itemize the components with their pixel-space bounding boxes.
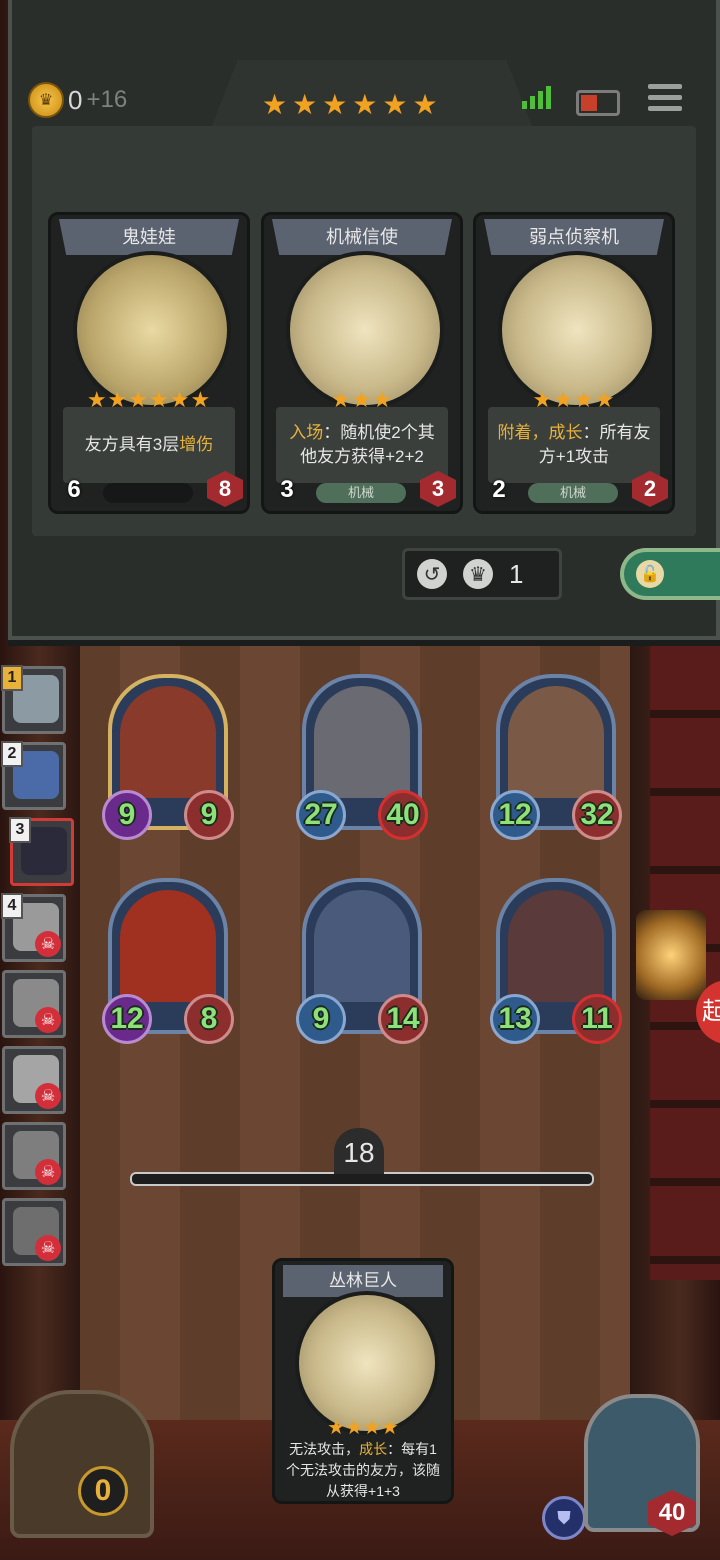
board-minion-6[interactable]: 13 11 [490, 878, 622, 1044]
minion-attack: 13 [490, 994, 540, 1044]
gold-display: ♛ 0 +16 [28, 82, 127, 118]
card-attack: 6 [57, 473, 91, 507]
sell-chest[interactable] [10, 1390, 154, 1538]
refresh-button[interactable]: ↺ ♛ 1 [402, 548, 562, 600]
opponent-4[interactable]: 4 ☠ [1, 893, 66, 962]
shop-card-3[interactable]: 弱点侦察机 ★★★★ 附着，成长：所有友方+1攻击 机械 2 2 [473, 212, 675, 514]
minion-art [314, 686, 410, 798]
card-portrait [73, 251, 231, 409]
minion-health: 9 [184, 790, 234, 840]
skull-icon: ☠ [35, 1007, 61, 1033]
card-description: 友方具有3层增伤 [63, 407, 235, 483]
card-name: 弱点侦察机 [484, 219, 664, 255]
tavern-tier-stars: ★★★★★★ [262, 89, 443, 120]
board-minion-2[interactable]: 27 40 [296, 674, 428, 840]
card-description: 附着，成长：所有友方+1攻击 [488, 407, 660, 483]
turn-timer-bar [130, 1172, 594, 1186]
hand-card[interactable]: 丛林巨人 ★★★★ 无法攻击，成长：每有1个无法攻击的友方，该随从获得+1+3 [272, 1258, 454, 1504]
opponent-5[interactable]: ☠ [2, 970, 66, 1038]
minion-health: 14 [378, 994, 428, 1044]
minion-art [508, 890, 604, 1002]
opponent-rank: 1 [1, 665, 23, 691]
card-name: 机械信使 [272, 219, 452, 255]
board-minion-5[interactable]: 9 14 [296, 878, 428, 1044]
board-minion-3[interactable]: 12 32 [490, 674, 622, 840]
shop-card-1[interactable]: 鬼娃娃 ★★★★★★ 友方具有3层增伤 6 8 [48, 212, 250, 514]
skull-icon: ☠ [35, 931, 61, 957]
turn-counter: 18 [334, 1128, 384, 1174]
minion-art [508, 686, 604, 798]
refresh-cost: 1 [509, 558, 524, 589]
minion-attack: 9 [102, 790, 152, 840]
refresh-icon: ↺ [417, 559, 447, 589]
opponents-list: 1 2 3 4 ☠ ☠ ☠ ☠ ☠ [0, 665, 74, 1274]
card-attack: 3 [270, 473, 304, 507]
lock-icon: 🔓 [636, 560, 664, 588]
card-attack: 2 [482, 473, 516, 507]
minion-attack: 9 [296, 994, 346, 1044]
minion-health: 8 [184, 994, 234, 1044]
coin-icon: ♛ [463, 559, 493, 589]
card-tribe-tag: 机械 [316, 483, 406, 503]
card-description: 入场：随机使2个其他友方获得+2+2 [276, 407, 448, 483]
shop-card-2[interactable]: 机械信使 ★★★ 入场：随机使2个其他友方获得+2+2 机械 3 3 [261, 212, 463, 514]
card-tribe-tag [103, 483, 193, 503]
minion-health: 32 [572, 790, 622, 840]
opponent-rank: 4 [1, 893, 23, 919]
minion-attack: 12 [102, 994, 152, 1044]
gold-amount: 0 [68, 84, 83, 115]
opponent-7[interactable]: ☠ [2, 1122, 66, 1190]
card-portrait [286, 251, 444, 409]
freeze-lock-button[interactable]: 🔓 [620, 548, 720, 600]
board-minion-4[interactable]: 12 8 [102, 878, 234, 1044]
minion-art [314, 890, 410, 1002]
crown-coin-icon: ♛ [28, 82, 64, 118]
opponent-3[interactable]: 3 [9, 817, 74, 886]
opponent-6[interactable]: ☠ [2, 1046, 66, 1114]
minion-health: 40 [378, 790, 428, 840]
opponent-8[interactable]: ☠ [2, 1198, 66, 1266]
gold-income: +16 [86, 86, 128, 113]
signal-icon [522, 86, 551, 109]
minion-art [120, 890, 216, 1002]
card-name: 鬼娃娃 [59, 219, 239, 255]
card-portrait [295, 1291, 439, 1435]
card-stars: ★★★★ [327, 1417, 399, 1439]
minion-attack: 27 [296, 790, 346, 840]
battery-icon [576, 90, 620, 116]
card-description: 无法攻击，成长：每有1个无法攻击的友方，该随从获得+1+3 [286, 1441, 440, 1499]
menu-button[interactable] [648, 84, 682, 117]
card-tribe-tag: 机械 [528, 483, 618, 503]
shield-icon: ⛊ [542, 1496, 586, 1540]
lamp [636, 910, 706, 1000]
opponent-rank: 3 [9, 817, 31, 843]
opponent-2[interactable]: 2 [1, 741, 66, 810]
skull-icon: ☠ [35, 1083, 61, 1109]
minion-art [120, 686, 216, 798]
skull-icon: ☠ [35, 1159, 61, 1185]
opponent-rank: 2 [1, 741, 23, 767]
card-portrait [498, 251, 656, 409]
minion-health: 11 [572, 994, 622, 1044]
opponent-1[interactable]: 1 [1, 665, 66, 734]
board-minion-1[interactable]: 9 9 [102, 674, 234, 840]
skull-icon: ☠ [35, 1235, 61, 1261]
minion-attack: 12 [490, 790, 540, 840]
player-gold: 0 [78, 1466, 128, 1516]
